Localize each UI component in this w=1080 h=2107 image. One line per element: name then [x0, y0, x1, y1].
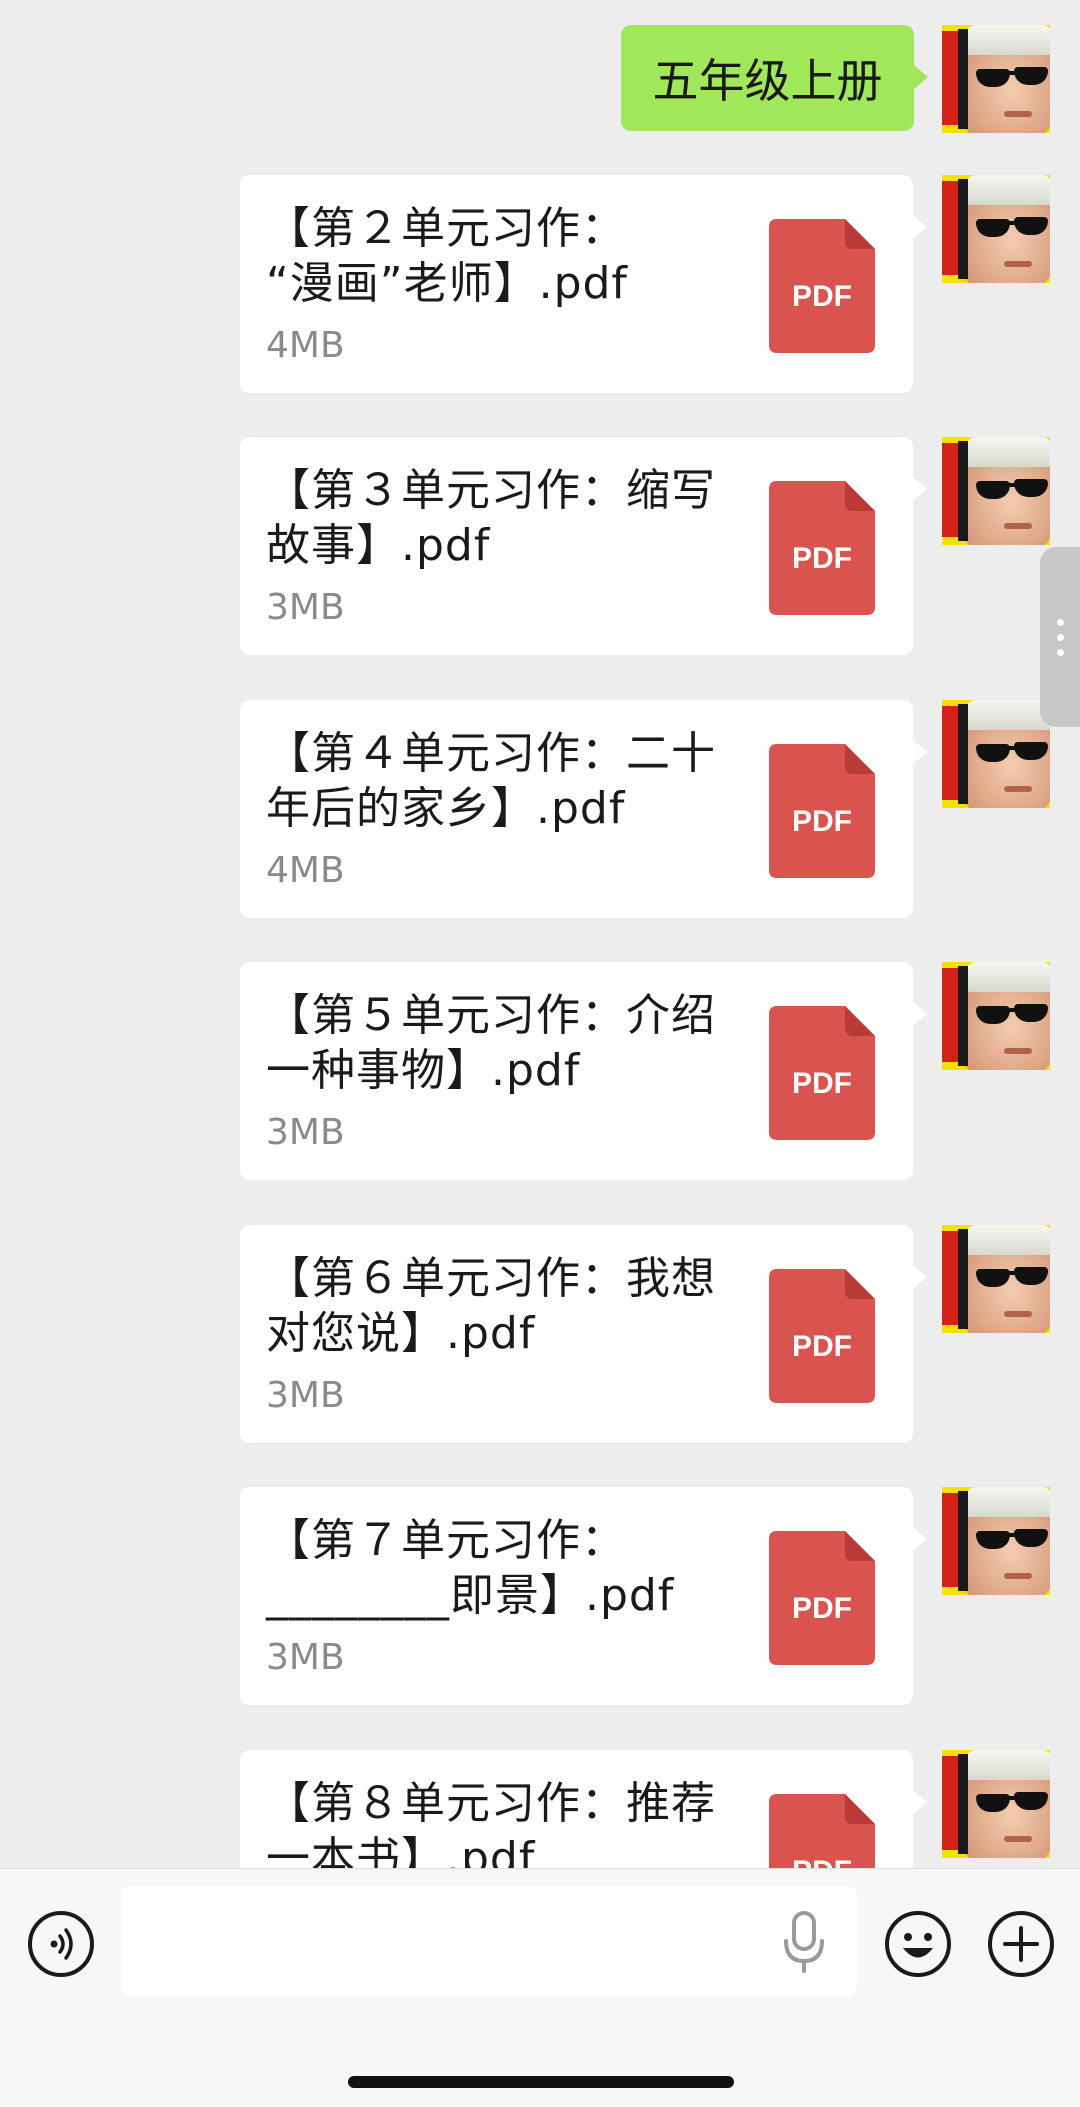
home-indicator[interactable]: [348, 2076, 734, 2088]
file-size: 3MB: [266, 1375, 345, 1416]
pdf-icon-label: PDF: [792, 805, 852, 838]
side-drawer-handle[interactable]: [1040, 547, 1080, 727]
pdf-file-icon: PDF: [769, 219, 875, 353]
file-size: 4MB: [266, 850, 345, 891]
file-size: 4MB: [266, 325, 345, 366]
message-list[interactable]: 五年级上册 【第２单元习作： “漫画”老师】.pdf 4MB PDF 【第３单元…: [0, 0, 1080, 1868]
avatar[interactable]: [942, 437, 1050, 545]
avatar[interactable]: [942, 175, 1050, 283]
message-text: 五年级上册: [652, 54, 883, 108]
avatar[interactable]: [942, 1225, 1050, 1333]
file-name: 【第２单元习作： “漫画”老师】.pdf: [266, 203, 628, 309]
file-message-card[interactable]: 【第４单元习作：二十 年后的家乡】.pdf 4MB PDF: [240, 700, 927, 918]
file-size: 3MB: [266, 587, 345, 628]
file-name: 【第６单元习作：我想 对您说】.pdf: [266, 1253, 716, 1359]
avatar[interactable]: [942, 1487, 1050, 1595]
file-message-card[interactable]: 【第６单元习作：我想 对您说】.pdf 3MB PDF: [240, 1225, 927, 1443]
file-message-card[interactable]: 【第２单元习作： “漫画”老师】.pdf 4MB PDF: [240, 175, 927, 393]
file-name: 【第８单元习作：推荐 一本书】.pdf: [266, 1778, 716, 1868]
file-size: 3MB: [266, 1112, 345, 1153]
voice-mode-icon[interactable]: [26, 1909, 96, 1979]
avatar[interactable]: [942, 700, 1050, 808]
avatar[interactable]: [942, 1750, 1050, 1858]
pdf-icon-label: PDF: [792, 542, 852, 575]
pdf-icon-label: PDF: [792, 1855, 852, 1868]
pdf-file-icon: PDF: [769, 481, 875, 615]
file-size: 3MB: [266, 1637, 345, 1678]
file-name: 【第５单元习作：介绍 一种事物】.pdf: [266, 990, 716, 1096]
input-bar: [0, 1868, 1080, 2107]
file-message-card[interactable]: 【第３单元习作：缩写 故事】.pdf 3MB PDF: [240, 437, 927, 655]
pdf-file-icon: PDF: [769, 1531, 875, 1665]
pdf-file-icon: PDF: [769, 1269, 875, 1403]
pdf-icon-label: PDF: [792, 1067, 852, 1100]
message-input[interactable]: [121, 1886, 857, 1996]
chat-screen: 五年级上册 【第２单元习作： “漫画”老师】.pdf 4MB PDF 【第３单元…: [0, 0, 1080, 2107]
file-message-card[interactable]: 【第８单元习作：推荐 一本书】.pdf PDF: [240, 1750, 927, 1868]
pdf-icon-label: PDF: [792, 1592, 852, 1625]
file-message-card[interactable]: 【第５单元习作：介绍 一种事物】.pdf 3MB PDF: [240, 962, 927, 1180]
avatar[interactable]: [942, 962, 1050, 1070]
plus-icon[interactable]: [986, 1909, 1056, 1979]
pdf-file-icon: PDF: [769, 744, 875, 878]
file-message-card[interactable]: 【第７单元习作： ________即景】.pdf 3MB PDF: [240, 1487, 927, 1705]
pdf-file-icon: PDF: [769, 1794, 875, 1868]
file-name: 【第４单元习作：二十 年后的家乡】.pdf: [266, 728, 716, 834]
text-message-bubble[interactable]: 五年级上册: [621, 25, 928, 131]
file-name: 【第３单元习作：缩写 故事】.pdf: [266, 465, 716, 571]
emoji-icon[interactable]: [883, 1909, 953, 1979]
file-name: 【第７单元习作： ________即景】.pdf: [266, 1515, 675, 1621]
avatar[interactable]: [942, 25, 1050, 133]
microphone-icon[interactable]: [782, 1909, 826, 1975]
pdf-icon-label: PDF: [792, 1330, 852, 1363]
pdf-icon-label: PDF: [792, 280, 852, 313]
pdf-file-icon: PDF: [769, 1006, 875, 1140]
